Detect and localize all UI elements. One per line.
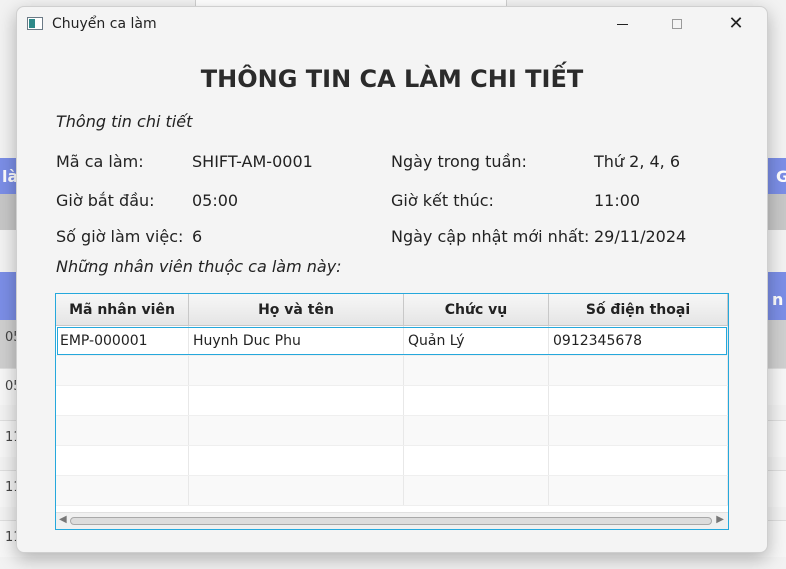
table-row-empty bbox=[56, 446, 728, 476]
column-header-employee-id[interactable]: Mã nhân viên bbox=[56, 294, 189, 325]
end-time-value: 11:00 bbox=[594, 191, 641, 210]
shift-code-label: Mã ca làm: bbox=[56, 152, 144, 171]
employee-table[interactable]: Mã nhân viên Họ và tên Chức vụ Số điện t… bbox=[55, 293, 729, 530]
maximize-icon bbox=[672, 19, 682, 29]
table-body: EMP-000001 Huynh Duc Phu Quản Lý 0912345… bbox=[56, 326, 728, 506]
scrollbar-thumb[interactable] bbox=[70, 517, 712, 525]
title-bar[interactable]: Chuyển ca làm ✕ bbox=[17, 7, 767, 41]
column-header-position[interactable]: Chức vụ bbox=[404, 294, 549, 325]
window-title: Chuyển ca làm bbox=[52, 16, 157, 32]
horizontal-scrollbar[interactable]: ◀ ▶ bbox=[56, 512, 728, 529]
start-time-label: Giờ bắt đầu: bbox=[56, 191, 155, 210]
shift-code-value: SHIFT-AM-0001 bbox=[192, 152, 313, 171]
working-hours-label: Số giờ làm việc: bbox=[56, 227, 184, 246]
minimize-button[interactable] bbox=[599, 7, 645, 41]
cell-position: Quản Lý bbox=[404, 326, 549, 355]
last-updated-value: 29/11/2024 bbox=[594, 227, 687, 246]
weekdays-label: Ngày trong tuần: bbox=[391, 152, 527, 171]
close-button[interactable]: ✕ bbox=[713, 7, 759, 41]
section-title: Thông tin chi tiết bbox=[56, 112, 193, 131]
column-header-full-name[interactable]: Họ và tên bbox=[189, 294, 404, 325]
column-header-phone[interactable]: Số điện thoại bbox=[549, 294, 728, 325]
end-time-label: Giờ kết thúc: bbox=[391, 191, 494, 210]
table-row-empty bbox=[56, 416, 728, 446]
close-icon: ✕ bbox=[728, 13, 744, 34]
page-title: THÔNG TIN CA LÀM CHI TIẾT bbox=[200, 65, 584, 93]
table-row-empty bbox=[56, 476, 728, 506]
working-hours-value: 6 bbox=[192, 227, 203, 246]
minimize-icon bbox=[616, 23, 628, 25]
maximize-button[interactable] bbox=[654, 7, 700, 41]
table-row[interactable]: EMP-000001 Huynh Duc Phu Quản Lý 0912345… bbox=[56, 326, 728, 356]
weekdays-value: Thứ 2, 4, 6 bbox=[594, 152, 681, 171]
table-row-empty bbox=[56, 356, 728, 386]
cell-full-name: Huynh Duc Phu bbox=[189, 326, 404, 355]
cell-employee-id: EMP-000001 bbox=[56, 326, 189, 355]
scroll-left-icon[interactable]: ◀ bbox=[59, 514, 67, 525]
scroll-right-icon[interactable]: ▶ bbox=[716, 514, 724, 525]
background-text-fragment: G bbox=[776, 167, 786, 186]
table-row-empty bbox=[56, 386, 728, 416]
shift-detail-dialog: Chuyển ca làm ✕ THÔNG TIN CA LÀM CHI TIẾ… bbox=[16, 6, 768, 553]
start-time-value: 05:00 bbox=[192, 191, 239, 210]
table-header: Mã nhân viên Họ và tên Chức vụ Số điện t… bbox=[56, 294, 728, 326]
last-updated-label: Ngày cập nhật mới nhất: bbox=[391, 227, 590, 246]
staff-list-label: Những nhân viên thuộc ca làm này: bbox=[56, 257, 342, 276]
cell-phone: 0912345678 bbox=[549, 326, 728, 355]
background-text-fragment: n bbox=[772, 290, 784, 309]
app-window-icon bbox=[27, 17, 43, 30]
